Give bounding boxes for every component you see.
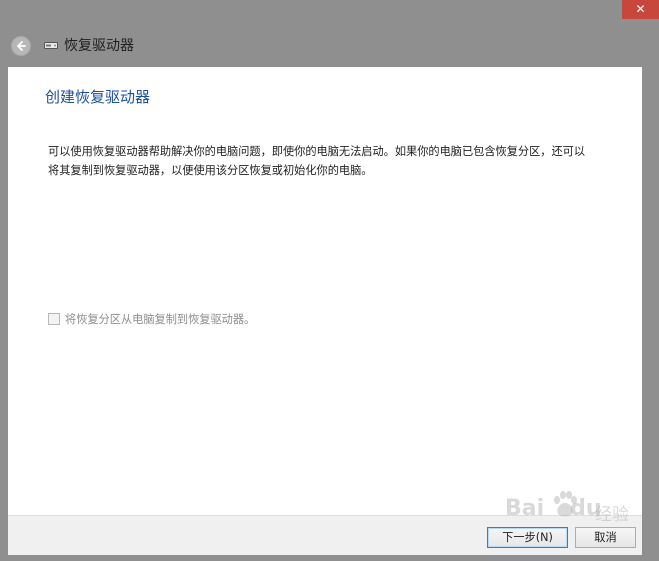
footer-bar: 下一步(N) 取消: [8, 515, 642, 555]
copy-partition-checkbox: [48, 313, 60, 325]
back-arrow-icon: [17, 41, 26, 51]
drive-icon: [44, 42, 58, 49]
page-title: 创建恢复驱动器: [45, 88, 151, 106]
description-text: 可以使用恢复驱动器帮助解决你的电脑问题，即使你的电脑无法启动。如果你的电脑已包含…: [48, 145, 586, 177]
recovery-drive-window: ✕ 恢复驱动器 创建恢复驱动器 可以使用恢复驱动器帮助解决你的电脑问题，即使你的…: [0, 0, 659, 561]
next-button[interactable]: 下一步(N): [487, 527, 568, 548]
close-button[interactable]: ✕: [622, 0, 659, 19]
copy-partition-label: 将恢复分区从电脑复制到恢复驱动器。: [65, 313, 256, 326]
window-title: 恢复驱动器: [64, 38, 134, 54]
back-button[interactable]: [11, 36, 31, 56]
close-icon: ✕: [635, 2, 646, 16]
content-panel: 创建恢复驱动器 可以使用恢复驱动器帮助解决你的电脑问题，即使你的电脑无法启动。如…: [8, 67, 642, 515]
cancel-button[interactable]: 取消: [575, 527, 636, 548]
window-header: 恢复驱动器: [0, 26, 659, 66]
